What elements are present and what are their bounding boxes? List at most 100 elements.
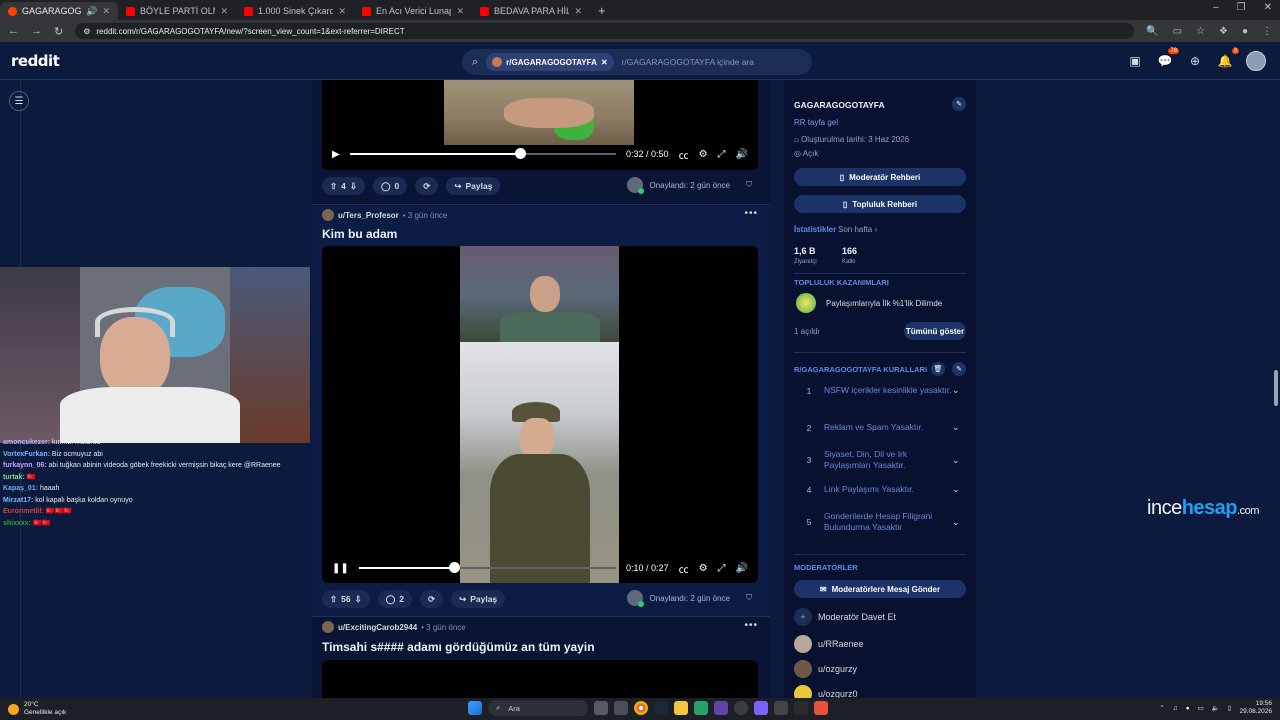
share-button[interactable]: ↪ Paylaş	[451, 590, 506, 608]
downvote-icon[interactable]: ⇩	[350, 181, 357, 192]
site-info-icon[interactable]: ⚙	[83, 27, 90, 36]
shield-icon[interactable]: ⛉	[746, 180, 752, 190]
menu-icon[interactable]: ☰	[9, 91, 29, 111]
taskbar-search[interactable]: ⌕ Ara	[488, 700, 588, 716]
restore-icon[interactable]: ❐	[1237, 2, 1246, 13]
community-guide-button[interactable]: ▯ Topluluk Rehberi	[794, 195, 966, 213]
chevron-down-icon[interactable]: ⌄	[952, 484, 966, 495]
close-icon[interactable]: ✕	[574, 6, 582, 17]
seek-bar[interactable]	[358, 562, 617, 573]
bookmark-star-icon[interactable]: ☆	[1196, 26, 1205, 37]
crosspost-button[interactable]: ⟳	[415, 177, 439, 195]
browser-tab[interactable]: BÖYLE PARTİ OLMAZ, HAVUZA✕	[118, 2, 236, 20]
zoom-icon[interactable]: 🔍	[1146, 26, 1158, 37]
mod-guide-button[interactable]: ▯ Moderatör Rehberi	[794, 168, 966, 186]
chevron-down-icon[interactable]: ⌄	[952, 385, 966, 396]
more-options-icon[interactable]: •••	[744, 620, 758, 631]
close-icon[interactable]: ✕	[456, 6, 464, 17]
close-icon[interactable]: ✕	[601, 58, 608, 67]
pause-icon[interactable]: ❚❚	[332, 563, 349, 574]
rule-item[interactable]: 5 Gonderilerde Hesap Filigrani Bulundurma…	[794, 511, 966, 533]
forward-icon[interactable]: →	[31, 25, 42, 37]
captions-icon[interactable]: ㏄	[679, 561, 689, 576]
author-link[interactable]: u/Ters_Profesor	[338, 211, 399, 220]
browser-tab[interactable]: 1.000 Sinek Çıkardım... Ve Karı✕	[236, 2, 354, 20]
moderator-row[interactable]: u/ozgurz0	[794, 685, 858, 698]
close-icon[interactable]: ✕	[102, 6, 110, 17]
search-input[interactable]: r/GAGARAGOGOTAYFA içinde ara	[622, 57, 754, 67]
comments-button[interactable]: ◯ 2	[377, 590, 412, 608]
downvote-icon[interactable]: ⇩	[355, 594, 362, 605]
edit-icon[interactable]: ✎	[952, 362, 966, 376]
new-tab-button[interactable]: +	[590, 3, 614, 18]
crosspost-button[interactable]: ⟳	[419, 590, 444, 608]
subreddit-search-chip[interactable]: r/GAGARAGOGOTAYFA ✕	[486, 53, 614, 71]
moderator-row[interactable]: u/ozgurzy	[794, 660, 857, 678]
close-icon[interactable]: ✕	[220, 6, 228, 17]
chevron-down-icon[interactable]: ⌄	[952, 422, 966, 433]
author-avatar[interactable]	[322, 209, 334, 221]
invite-mod-row[interactable]: + Moderatör Davet Et	[794, 608, 896, 626]
settings-icon[interactable]: ⚙	[699, 149, 708, 160]
clock[interactable]: 19:56 29.08.2026	[1239, 700, 1272, 716]
video-player[interactable]: ❚❚ 0:10 / 0:27 ㏄ ⚙ ⤢ 🔊	[322, 246, 758, 583]
page-scrollbar[interactable]	[1274, 370, 1278, 406]
video-player[interactable]: ▶ 0:32 / 0:50 ㏄ ⚙ ⤢ 🔊	[322, 80, 758, 170]
share-button[interactable]: ↪ Paylaş	[446, 177, 501, 195]
rule-item[interactable]: 3 Siyaset, Din, Dil ve Irk Paylaşımları Y…	[794, 449, 966, 471]
post-title[interactable]: Kim bu adam	[322, 227, 397, 241]
steam-icon[interactable]	[654, 701, 668, 715]
reload-icon[interactable]: ↻	[54, 25, 63, 38]
chat-icon[interactable]: 💬 78	[1156, 48, 1179, 70]
message-mods-button[interactable]: ✉ Moderatörlere Mesaj Gönder	[794, 580, 966, 598]
weather-widget[interactable]: 20°C Genellikle açık	[8, 701, 66, 717]
profile-icon[interactable]: ●	[1242, 26, 1248, 37]
app-icon[interactable]	[814, 701, 828, 715]
obs-icon[interactable]	[734, 701, 748, 715]
app-icon[interactable]	[774, 701, 788, 715]
captions-icon[interactable]: ㏄	[679, 147, 689, 162]
settings-icon[interactable]: ⚙	[699, 563, 708, 574]
browser-tab[interactable]: GAGARAGOGOTAYFA🔊✕	[0, 2, 118, 20]
video-player[interactable]	[322, 660, 758, 698]
speaker-icon[interactable]: 🔊	[86, 6, 97, 17]
chrome-icon[interactable]	[634, 701, 648, 715]
trash-icon[interactable]: 🗑	[931, 362, 945, 376]
fullscreen-icon[interactable]: ⤢	[718, 563, 726, 574]
user-avatar[interactable]	[1246, 51, 1266, 71]
volume-icon[interactable]: 🔈	[1212, 704, 1220, 712]
browser-tab[interactable]: BEDAVA PARA HİLESİ BULUP M✕	[472, 2, 590, 20]
ad-icon[interactable]: ▣	[1126, 52, 1144, 70]
close-window-icon[interactable]: ✕	[1264, 2, 1272, 13]
rule-item[interactable]: 1 NSFW içerikler kesinlikle yasaktır. ⌄	[794, 385, 966, 396]
edit-icon[interactable]: ✎	[952, 97, 966, 111]
rule-item[interactable]: 4 Link Paylaşımı Yasaktır. ⌄	[794, 484, 966, 495]
reddit-logo[interactable]: reddit	[11, 52, 60, 70]
chevron-down-icon[interactable]: ⌄	[952, 455, 966, 466]
app-icon[interactable]	[754, 701, 768, 715]
url-field[interactable]: ⚙ reddit.com/r/GAGARAGOGOTAYFA/new/?scree…	[75, 23, 1135, 39]
cast-icon[interactable]: ▭	[1173, 26, 1182, 37]
upvote-icon[interactable]: ⇧	[330, 181, 337, 192]
more-options-icon[interactable]: •••	[744, 208, 758, 219]
volume-icon[interactable]: 🔊	[736, 563, 748, 574]
minimize-icon[interactable]: –	[1213, 2, 1219, 13]
search-bar[interactable]: ⌕ r/GAGARAGOGOTAYFA ✕ r/GAGARAGOGOTAYFA …	[462, 49, 812, 75]
discord-icon[interactable]	[714, 701, 728, 715]
moderator-row[interactable]: u/RRaenee	[794, 635, 864, 653]
comments-button[interactable]: ◯ 0	[372, 177, 408, 195]
author-link[interactable]: u/ExcitingCarob2944	[338, 623, 417, 632]
file-explorer-icon[interactable]	[674, 701, 688, 715]
volume-icon[interactable]: 🔊	[736, 149, 748, 160]
seek-handle[interactable]	[448, 562, 460, 573]
show-all-button[interactable]: Tümünü göster	[904, 322, 966, 340]
network-icon[interactable]: ▭	[1198, 704, 1204, 712]
headset-icon[interactable]: ♫	[1173, 705, 1178, 712]
widgets-icon[interactable]	[614, 701, 628, 715]
stats-period[interactable]: Son hafta ›	[838, 225, 877, 234]
browser-tab[interactable]: En Acı Verici Lunapark Ölümle✕	[354, 2, 472, 20]
task-view-icon[interactable]	[594, 701, 608, 715]
seek-bar[interactable]	[349, 148, 617, 159]
chevron-down-icon[interactable]: ⌄	[952, 517, 966, 528]
author-avatar[interactable]	[322, 621, 334, 633]
